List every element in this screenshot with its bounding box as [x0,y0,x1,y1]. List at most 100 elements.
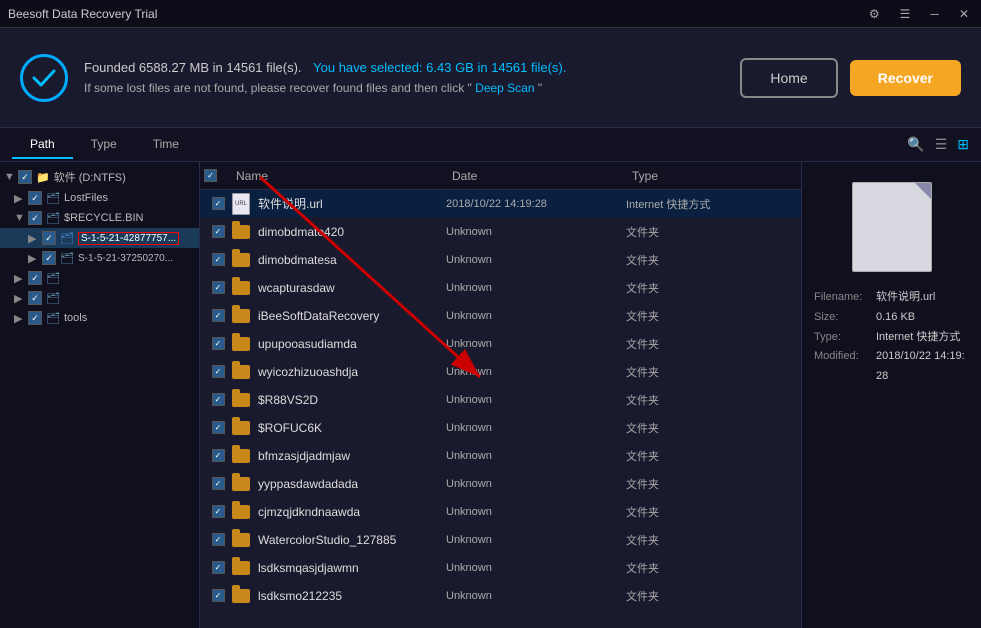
file-metadata: Filename: 软件说明.url Size: 0.16 KB Type: I… [814,288,969,387]
row-check[interactable] [204,589,232,602]
file-name: upupooasudiamda [258,337,446,351]
grid-icon[interactable]: ⊞ [957,136,969,153]
close-icon[interactable]: ✕ [955,5,973,23]
expand-icon: ▶ [14,192,28,205]
minimize-icon[interactable]: ─ [926,5,943,23]
file-row-ibeesoft[interactable]: iBeeSoftDataRecovery Unknown 文件夹 [200,302,801,330]
meta-size-row: Size: 0.16 KB [814,308,969,328]
settings-icon[interactable]: ⚙ [865,5,884,23]
folder-icon-sm [232,337,252,351]
file-type: 文件夹 [626,224,786,240]
menu-icon[interactable]: ☰ [896,5,915,23]
home-button[interactable]: Home [740,58,837,98]
banner-left: Founded 6588.27 MB in 14561 file(s). You… [20,54,566,102]
tab-path[interactable]: Path [12,131,73,159]
tabbar-icons: 🔍 ☰ ⊞ [907,136,969,153]
file-type: 文件夹 [626,448,786,464]
sidebar-item-empty2[interactable]: ▶ 🗂 [0,288,199,308]
checkbox-s1[interactable] [42,231,56,245]
row-check[interactable] [204,505,232,518]
deep-scan-link[interactable]: Deep Scan [475,81,534,95]
sidebar-item-lostfiles[interactable]: ▶ 🗂 LostFiles [0,188,199,208]
file-row-watercolor[interactable]: WatercolorStudio_127885 Unknown 文件夹 [200,526,801,554]
sidebar-item-tools[interactable]: ▶ 🗂 tools [0,308,199,328]
sidebar-label-tools: tools [64,312,87,324]
tab-type[interactable]: Type [73,131,135,159]
folder-icon-sm [232,505,252,519]
file-type: 文件夹 [626,420,786,436]
checkbox-e1[interactable] [28,271,42,285]
file-row-wcapturasdaw[interactable]: wcapturasdaw Unknown 文件夹 [200,274,801,302]
sidebar-item-empty1[interactable]: ▶ 🗂 [0,268,199,288]
file-row-r88[interactable]: $R88VS2D Unknown 文件夹 [200,386,801,414]
file-name: $ROFUC6K [258,421,446,435]
row-check[interactable] [204,253,232,266]
row-check[interactable] [204,365,232,378]
file-row-wyico[interactable]: wyicozhizuoashdja Unknown 文件夹 [200,358,801,386]
file-type: 文件夹 [626,280,786,296]
sidebar-item-root[interactable]: ▼ 📁 软件 (D:NTFS) [0,166,199,188]
row-check[interactable] [204,393,232,406]
expand-icon: ▶ [14,292,28,305]
list-icon[interactable]: ☰ [935,136,948,153]
folder-icon: 🗂 [46,272,60,285]
row-check[interactable] [204,197,232,210]
file-row-url[interactable]: URL 软件说明.url 2018/10/22 14:19:28 Interne… [200,190,801,218]
folder-icon: 🗂 [60,252,74,265]
file-type: 文件夹 [626,364,786,380]
checkbox-recycle[interactable] [28,211,42,225]
file-date: Unknown [446,534,626,546]
search-icon[interactable]: 🔍 [907,136,924,153]
file-row-bfmz[interactable]: bfmzasjdjadmjaw Unknown 文件夹 [200,442,801,470]
folder-icon-sm [232,253,252,267]
file-row-yypp[interactable]: yyppasdawdadada Unknown 文件夹 [200,470,801,498]
row-check[interactable] [204,281,232,294]
sidebar-item-recycle[interactable]: ▼ 🗂 $RECYCLE.BIN [0,208,199,228]
file-row-dimobdmatesa[interactable]: dimobdmatesa Unknown 文件夹 [200,246,801,274]
header-checkbox[interactable] [204,169,217,182]
file-name: iBeeSoftDataRecovery [258,309,446,323]
file-row-cjmz[interactable]: cjmzqjdkndnaawda Unknown 文件夹 [200,498,801,526]
tab-time[interactable]: Time [135,131,197,159]
banner-line1: Founded 6588.27 MB in 14561 file(s). You… [84,60,566,75]
file-row-rofuc[interactable]: $ROFUC6K Unknown 文件夹 [200,414,801,442]
meta-size-val: 0.16 KB [876,308,915,328]
row-check[interactable] [204,337,232,350]
file-row-dimobdmate420[interactable]: dimobdmate420 Unknown 文件夹 [200,218,801,246]
file-type: 文件夹 [626,252,786,268]
file-type: 文件夹 [626,504,786,520]
file-date: Unknown [446,422,626,434]
checkbox-lostfiles[interactable] [28,191,42,205]
sidebar-item-s2[interactable]: ▶ 🗂 S-1-5-21-37250270... [0,248,199,268]
row-check[interactable] [204,477,232,490]
checkbox-e2[interactable] [28,291,42,305]
row-check[interactable] [204,421,232,434]
banner: Founded 6588.27 MB in 14561 file(s). You… [0,28,981,128]
file-name: $R88VS2D [258,393,446,407]
checkbox-tools[interactable] [28,311,42,325]
file-name: wcapturasdaw [258,281,446,295]
folder-icon-sm [232,533,252,547]
row-check[interactable] [204,561,232,574]
file-date: Unknown [446,590,626,602]
folder-icon-sm [232,589,252,603]
file-name: dimobdmate420 [258,225,446,239]
filelist-area: Name Date Type URL 软件说明.url 2018/10/22 1… [200,162,801,628]
file-name: WatercolorStudio_127885 [258,533,446,547]
file-row-lsdk1[interactable]: lsdksmqasjdjawmn Unknown 文件夹 [200,554,801,582]
folder-icon-sm [232,309,252,323]
tabs: Path Type Time [12,131,197,159]
checkbox-s2[interactable] [42,251,56,265]
file-row-upupoo[interactable]: upupooasudiamda Unknown 文件夹 [200,330,801,358]
file-row-lsdk2[interactable]: lsdksmo212235 Unknown 文件夹 [200,582,801,610]
row-check[interactable] [204,225,232,238]
file-name: dimobdmatesa [258,253,446,267]
row-check[interactable] [204,533,232,546]
sidebar-item-s1[interactable]: ▶ 🗂 S-1-5-21-42877757... [0,228,199,248]
file-name: cjmzqjdkndnaawda [258,505,446,519]
checkbox-root[interactable] [18,170,32,184]
expand-icon: ▼ [14,212,28,224]
row-check[interactable] [204,309,232,322]
row-check[interactable] [204,449,232,462]
recover-button[interactable]: Recover [850,60,961,96]
